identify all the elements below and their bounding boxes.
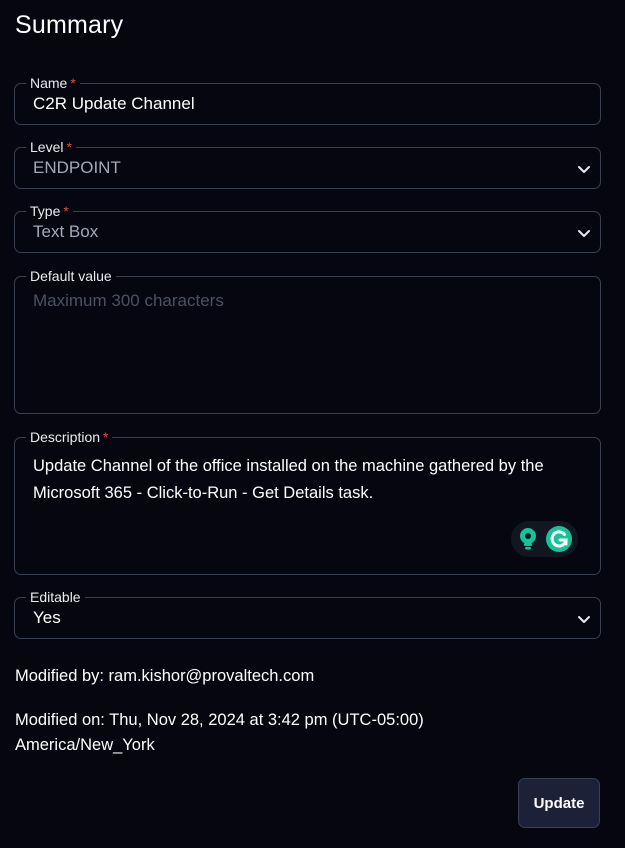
description-textarea[interactable]: Description * Update Channel of the offic… — [14, 429, 601, 575]
level-label: Level * — [26, 139, 76, 155]
default-value-placeholder: Maximum 300 characters — [33, 291, 224, 310]
lightbulb-icon[interactable] — [516, 526, 540, 552]
level-select[interactable]: Level * ENDPOINT — [14, 139, 601, 189]
required-mark: * — [70, 75, 76, 91]
name-input[interactable]: C2R Update Channel — [33, 94, 195, 114]
page-title: Summary — [15, 11, 124, 39]
chevron-down-icon[interactable] — [576, 161, 592, 177]
summary-panel: Summary Name * C2R Update Channel Level * … — [0, 0, 625, 848]
chevron-down-icon[interactable] — [576, 225, 592, 241]
default-value-textarea[interactable]: Default value Maximum 300 characters — [14, 268, 601, 414]
default-value-label: Default value — [26, 268, 116, 284]
level-selected-value: ENDPOINT — [33, 158, 121, 177]
editable-selected-value: Yes — [33, 608, 61, 627]
description-text[interactable]: Update Channel of the office installed o… — [33, 453, 584, 507]
modified-on: Modified on: Thu, Nov 28, 2024 at 3:42 p… — [15, 708, 424, 758]
modified-on-timezone: America/New_York — [15, 736, 155, 754]
required-mark: * — [66, 139, 72, 155]
grammarly-widget[interactable] — [511, 521, 578, 557]
type-label: Type * — [26, 203, 73, 219]
editable-label: Editable — [26, 589, 85, 605]
type-select[interactable]: Type * Text Box — [14, 203, 601, 253]
update-button[interactable]: Update — [518, 778, 600, 828]
type-selected-value: Text Box — [33, 222, 99, 241]
name-label: Name * — [26, 75, 80, 91]
grammarly-icon[interactable] — [545, 525, 573, 553]
required-mark: * — [103, 429, 109, 445]
name-field[interactable]: Name * C2R Update Channel — [14, 75, 601, 125]
modified-on-line-1: Modified on: Thu, Nov 28, 2024 at 3:42 p… — [15, 711, 424, 729]
description-label: Description * — [26, 429, 113, 445]
required-mark: * — [63, 203, 69, 219]
modified-by: Modified by: ram.kishor@provaltech.com — [15, 667, 315, 685]
editable-select[interactable]: Editable Yes — [14, 589, 601, 639]
chevron-down-icon[interactable] — [576, 611, 592, 627]
